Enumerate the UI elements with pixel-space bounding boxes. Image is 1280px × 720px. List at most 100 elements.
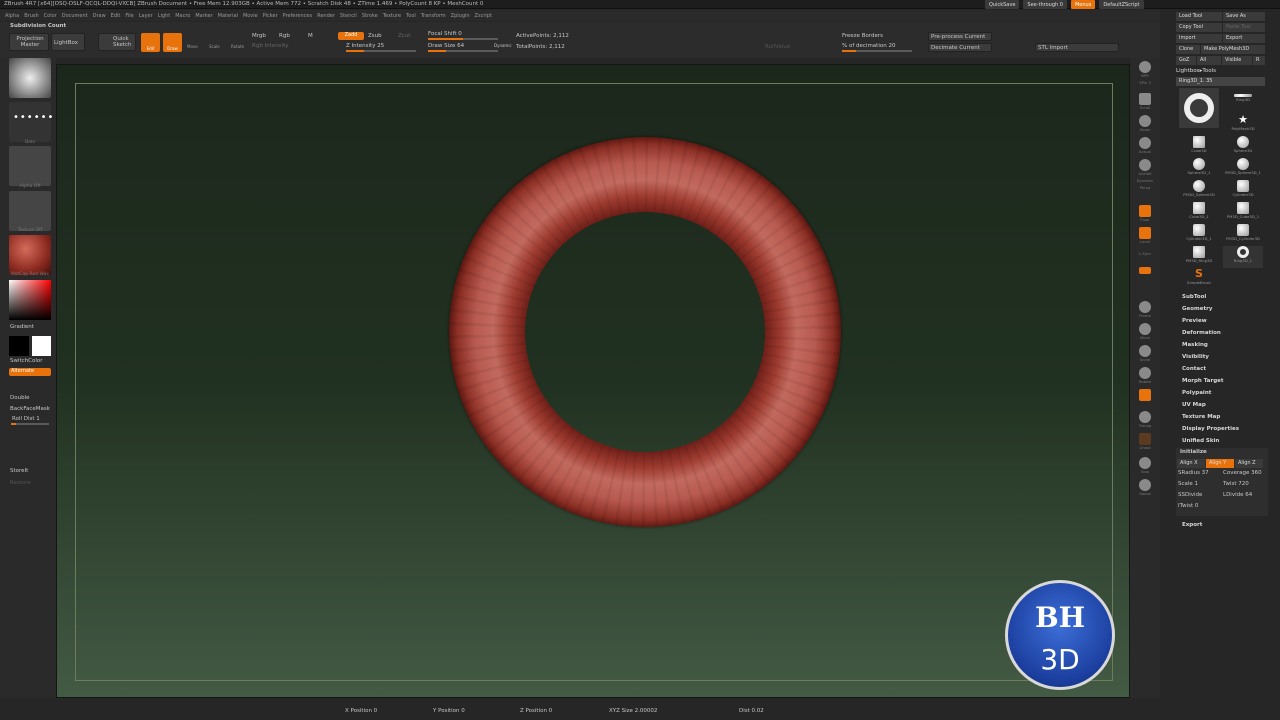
tool-ring3d-1[interactable]: Ring3D_1 <box>1223 246 1263 268</box>
bpr-button[interactable]: BPR <box>1135 60 1155 80</box>
color-picker[interactable] <box>9 280 51 320</box>
xyz-size-slider[interactable]: XYZ Size 2.00002 <box>609 708 657 714</box>
menus-button[interactable]: Menus <box>1070 0 1096 9</box>
twist-slider[interactable]: Twist 720 <box>1223 481 1249 487</box>
alternate-button[interactable]: Alternate <box>9 368 51 376</box>
ring3d-mesh[interactable] <box>449 137 841 527</box>
coverage-slider[interactable]: Coverage 360 <box>1223 470 1262 476</box>
clone-button[interactable]: Clone <box>1176 45 1200 54</box>
export-button[interactable]: Export <box>1223 34 1265 43</box>
menu-item[interactable]: Edit <box>111 13 121 19</box>
tool-simplebrush[interactable]: S SimpleBrush <box>1179 268 1219 290</box>
menu-item[interactable]: Marker <box>195 13 212 19</box>
xpose-view-button[interactable]: Xpose <box>1135 478 1155 498</box>
all-button[interactable]: All <box>1197 56 1221 65</box>
default-zscript-button[interactable]: DefaultZScript <box>1099 0 1144 9</box>
tool-polymesh3d[interactable]: ★ PolyMesh3D <box>1223 114 1263 136</box>
menu-item[interactable]: File <box>125 13 133 19</box>
lsym-button[interactable]: L.Sym <box>1135 248 1155 268</box>
gradient-button[interactable]: Gradient <box>10 324 34 330</box>
menu-item[interactable]: Movie <box>243 13 258 19</box>
texture-thumbnail[interactable] <box>9 191 51 231</box>
alpha-thumbnail[interactable] <box>9 146 51 186</box>
goz-button[interactable]: GoZ <box>1176 56 1196 65</box>
unified-skin-section[interactable]: Unified Skin <box>1182 438 1219 444</box>
rgb-button[interactable]: Rgb <box>279 33 290 39</box>
lightbox-tools-button[interactable]: Lightbox▸Tools <box>1176 68 1271 77</box>
preview-section[interactable]: Preview <box>1182 318 1207 324</box>
menu-item[interactable]: Document <box>62 13 88 19</box>
secondary-color-swatch[interactable] <box>32 336 51 356</box>
dynamic-persp-button[interactable]: Dynamic Persp <box>1135 178 1155 198</box>
load-tool-button[interactable]: Load Tool <box>1176 12 1222 21</box>
paste-tool-button[interactable]: Paste Tool <box>1223 23 1265 32</box>
menu-item[interactable]: Macro <box>175 13 190 19</box>
export-section[interactable]: Export <box>1182 522 1202 528</box>
geometry-section[interactable]: Geometry <box>1182 306 1212 312</box>
z-intensity-track[interactable] <box>346 50 416 52</box>
scale-slider[interactable]: Scale 1 <box>1178 481 1198 487</box>
menu-item[interactable]: Alpha <box>5 13 19 19</box>
import-button[interactable]: Import <box>1176 34 1222 43</box>
restore-button[interactable]: Restore <box>10 480 31 486</box>
current-tool-thumbnail[interactable] <box>1179 88 1219 128</box>
zsub-button[interactable]: Zsub <box>368 33 382 39</box>
decimation-track[interactable] <box>842 50 912 52</box>
floor-button[interactable]: Floor <box>1135 204 1155 224</box>
see-through-slider[interactable]: See-through 0 <box>1023 0 1067 9</box>
draw-size-slider[interactable]: Draw Size 64 <box>428 43 464 49</box>
menu-item[interactable]: Stroke <box>362 13 378 19</box>
zadd-button[interactable]: Zadd <box>338 32 364 40</box>
dynamic-button[interactable]: Dynamic <box>494 43 512 48</box>
deformation-section[interactable]: Deformation <box>1182 330 1221 336</box>
menu-item[interactable]: Color <box>44 13 57 19</box>
contact-section[interactable]: Contact <box>1182 366 1206 372</box>
menu-item[interactable]: Brush <box>24 13 38 19</box>
morph-target-section[interactable]: Morph Target <box>1182 378 1224 384</box>
m-button[interactable]: M <box>308 33 313 39</box>
x-position-slider[interactable]: X Position 0 <box>345 708 377 714</box>
polypaint-section[interactable]: Polypaint <box>1182 390 1211 396</box>
ldivide-slider[interactable]: LDivide 64 <box>1223 492 1252 498</box>
menu-item[interactable]: Layer <box>139 13 153 19</box>
focal-shift-track[interactable] <box>428 38 498 40</box>
sdivide-slider[interactable]: SSDivide <box>1178 492 1202 498</box>
scale-button[interactable]: Scale <box>209 44 220 49</box>
mrgb-button[interactable]: Mrgb <box>252 33 266 39</box>
switch-color-button[interactable]: SwitchColor <box>10 358 43 364</box>
storeit-button[interactable]: StoreIt <box>10 468 28 474</box>
tool-sphere3d[interactable]: Sphere3D <box>1223 136 1263 158</box>
tool-cube3d[interactable]: Cube3D <box>1179 136 1219 158</box>
tool-cylinder3d[interactable]: Cylinder3D <box>1223 180 1263 202</box>
itwist-slider[interactable]: ITwist 0 <box>1178 503 1198 509</box>
brush-thumbnail[interactable] <box>9 58 51 98</box>
menu-item[interactable]: Picker <box>263 13 278 19</box>
visible-button[interactable]: Visible <box>1222 56 1252 65</box>
subtool-section[interactable]: SubTool <box>1182 294 1206 300</box>
r-button[interactable]: R <box>1253 56 1265 65</box>
scale-view-button[interactable]: Scale <box>1135 344 1155 364</box>
menu-item[interactable]: Transform <box>421 13 446 19</box>
decimate-current-button[interactable]: Decimate Current <box>928 43 992 52</box>
rotate-view-button[interactable]: Rotate <box>1135 366 1155 386</box>
masking-section[interactable]: Masking <box>1182 342 1208 348</box>
local-button[interactable]: Local <box>1135 226 1155 246</box>
z-intensity-slider[interactable]: Z Intensity 25 <box>346 43 384 49</box>
menu-item[interactable]: Render <box>317 13 335 19</box>
tool-cylinder3d-1[interactable]: Cylinder3D_1 <box>1179 224 1219 246</box>
z-position-slider[interactable]: Z Position 0 <box>520 708 552 714</box>
canvas-viewport[interactable] <box>56 64 1130 698</box>
stl-import-button[interactable]: STL Import <box>1035 43 1119 52</box>
double-button[interactable]: Double <box>10 395 30 401</box>
solo-button[interactable]: Solo <box>1135 456 1155 476</box>
main-color-swatch[interactable] <box>9 336 29 356</box>
copy-tool-button[interactable]: Copy Tool <box>1176 23 1222 32</box>
move-button[interactable]: Move <box>187 44 198 49</box>
polyf-button[interactable] <box>1135 388 1155 408</box>
dist-slider[interactable]: Dist 0.02 <box>739 708 764 714</box>
zoom-button[interactable]: Zoom <box>1135 114 1155 134</box>
tool-ring3d[interactable]: Ring3D <box>1223 90 1263 112</box>
align-x-button[interactable]: Align X <box>1177 459 1205 468</box>
tool-pm3d-ring3d[interactable]: PM3D_Ring3D <box>1179 246 1219 268</box>
tool-pm3d-cube3d-1[interactable]: PM3D_Cube3D_1 <box>1223 202 1263 224</box>
